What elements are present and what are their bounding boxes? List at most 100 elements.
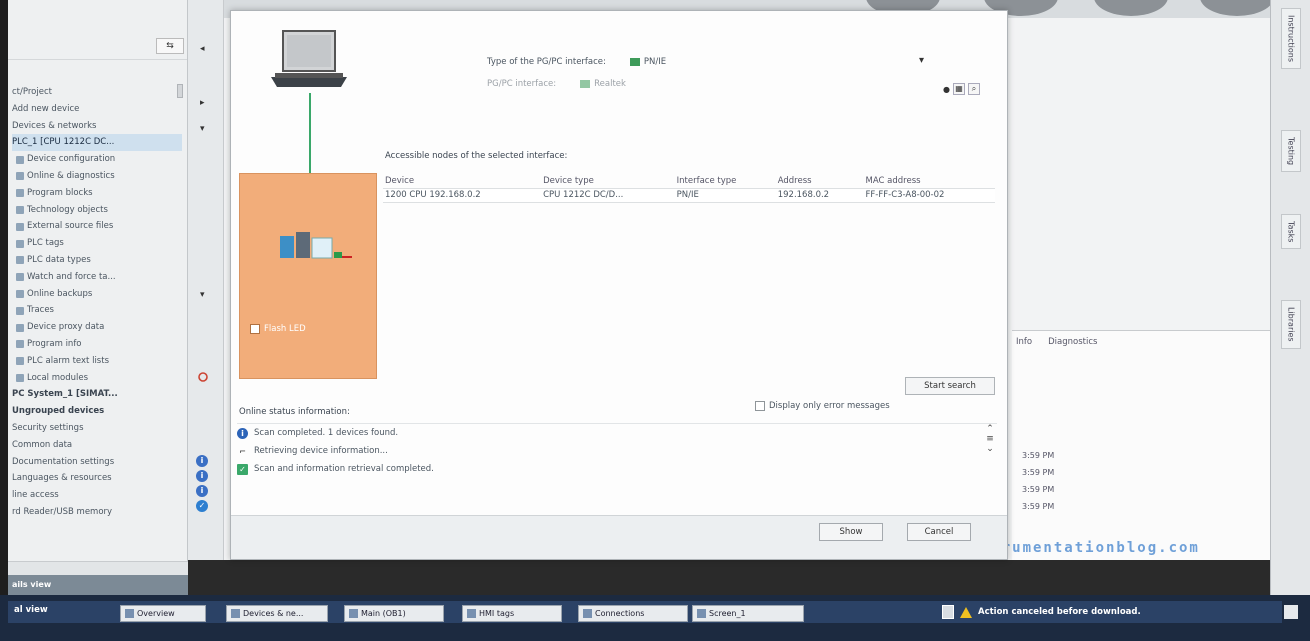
tree-node-icon — [16, 323, 24, 332]
tree-toolbar-button[interactable]: ⇆ — [156, 38, 184, 54]
tree-item[interactable]: PLC data types — [12, 252, 182, 269]
status-message: Action canceled before download. — [978, 607, 1141, 617]
cancel-button[interactable]: Cancel — [907, 523, 971, 541]
taskbar-main-ob1[interactable]: Main (OB1) — [344, 605, 444, 622]
taskbar-hmi-tags[interactable]: HMI tags — [462, 605, 562, 622]
error-only-option[interactable]: Display only error messages — [755, 401, 890, 411]
pgpc-iface-select[interactable]: Realtek — [580, 79, 626, 89]
scroll-thumb[interactable]: ≡ — [983, 434, 997, 444]
tree-item[interactable]: ct/Project — [12, 84, 182, 101]
tree-item[interactable]: Devices & networks — [12, 118, 182, 135]
flash-led-checkbox[interactable] — [250, 324, 260, 334]
column-interface-type[interactable]: Interface type — [675, 174, 776, 188]
info-icon: i — [237, 427, 248, 439]
tree-item-label: Program info — [27, 338, 82, 349]
status-scrollbar[interactable]: ⌃ ≡ ⌄ — [983, 424, 997, 486]
tree-item[interactable]: Program blocks — [12, 185, 182, 202]
chevron-up-icon[interactable]: ⌃ — [983, 424, 997, 434]
column-device-type[interactable]: Device type — [541, 174, 675, 188]
tree-item[interactable]: Traces — [12, 302, 182, 319]
cell-device: 1200 CPU 192.168.0.2 — [383, 187, 542, 203]
nodes-caption: Accessible nodes of the selected interfa… — [385, 151, 568, 161]
tree-item[interactable]: Common data — [12, 437, 182, 454]
message-time: 3:59 PM — [1022, 485, 1055, 494]
nic-icon — [580, 80, 591, 88]
online-status-list: i Scan completed. 1 devices found. ⌐ Ret… — [237, 423, 997, 485]
tree-item[interactable]: Online & diagnostics — [12, 168, 182, 185]
card-tasks[interactable]: Tasks — [1281, 214, 1301, 250]
start-search-button[interactable]: Start search — [905, 377, 995, 395]
tree-item[interactable]: Device proxy data — [12, 319, 182, 336]
tree-scroll-thumb[interactable] — [177, 84, 183, 98]
tree-item[interactable]: Languages & resources — [12, 470, 182, 487]
tree-item[interactable]: Device configuration — [12, 151, 182, 168]
online-status-label: Online status information: — [239, 407, 350, 417]
tree-item[interactable]: External source files — [12, 218, 182, 235]
card-libraries[interactable]: Libraries — [1281, 300, 1301, 349]
taskbar-overview[interactable]: Overview — [120, 605, 206, 622]
laptop-icon — [271, 30, 347, 87]
tree-item-label: PLC_1 [CPU 1212C DC... — [12, 137, 115, 148]
tree-item[interactable]: Local modules — [12, 370, 182, 387]
tree-item[interactable]: Add new device — [12, 101, 182, 118]
tree-item[interactable]: PLC alarm text lists — [12, 353, 182, 370]
tree-item[interactable]: Ungrouped devices — [12, 403, 182, 420]
tree-item[interactable]: PLC tags — [12, 235, 182, 252]
tree-item[interactable]: rd Reader/USB memory — [12, 504, 182, 521]
cell-interface-type: PN/IE — [674, 187, 776, 203]
pgpc-type-label: Type of the PG/PC interface: — [487, 57, 606, 67]
interface-tools: ● ▦ ⌕ — [943, 83, 980, 95]
column-mac-address[interactable]: MAC address — [864, 174, 995, 188]
network-cable — [309, 93, 311, 179]
tree-item[interactable]: Security settings — [12, 420, 182, 437]
tab-info[interactable]: Info — [1012, 337, 1036, 353]
error-only-checkbox[interactable] — [755, 401, 765, 411]
tree-node-icon — [16, 222, 24, 231]
pgpc-type-select[interactable]: PN/IE — [629, 57, 666, 67]
column-device[interactable]: Device — [383, 174, 541, 188]
tree-item[interactable]: line access — [12, 487, 182, 504]
tree-item[interactable]: Technology objects — [12, 202, 182, 219]
pgpc-iface-label: PG/PC interface: — [487, 79, 557, 89]
tree-horizontal-scrollbar[interactable] — [8, 561, 188, 575]
check-icon: ✓ — [237, 463, 248, 475]
tree-scrollbar[interactable] — [177, 84, 185, 564]
tree-item[interactable]: Program info — [12, 336, 182, 353]
tree-item-label: rd Reader/USB memory — [12, 506, 113, 517]
inspector-window: Info Diagnostics 3:59 PM 3:59 PM 3:59 PM… — [1012, 330, 1270, 560]
info-icon: i — [196, 470, 208, 482]
properties-icon[interactable]: ▦ — [952, 83, 965, 95]
tree-item[interactable]: PLC_1 [CPU 1212C DC... — [12, 134, 182, 152]
table-row[interactable]: 1200 CPU 192.168.0.2 CPU 1212C DC/D... P… — [383, 187, 995, 203]
tab-diagnostics[interactable]: Diagnostics — [1044, 337, 1101, 353]
block-icon — [349, 609, 358, 618]
tree-item[interactable]: Watch and force ta... — [12, 269, 182, 286]
arrow-down-icon[interactable]: ▾ — [200, 124, 205, 134]
arrow-down-icon[interactable]: ▾ — [200, 290, 205, 300]
card-testing[interactable]: Testing — [1281, 130, 1301, 173]
taskbar-end-button[interactable] — [1284, 605, 1298, 619]
arrow-left-icon[interactable]: ◂ — [200, 44, 205, 54]
chevron-down-icon[interactable]: ⌄ — [983, 444, 997, 454]
arrow-right-icon[interactable]: ▸ — [200, 98, 205, 108]
card-instructions[interactable]: Instructions — [1281, 8, 1301, 69]
flash-led-option[interactable]: Flash LED — [250, 324, 306, 334]
taskbar-devices[interactable]: Devices & ne... — [226, 605, 328, 622]
document-icon[interactable] — [942, 605, 954, 619]
show-button[interactable]: Show — [819, 523, 883, 541]
tree-item-label: Watch and force ta... — [27, 271, 116, 282]
details-view-header[interactable]: ails view — [8, 575, 188, 595]
tree-node-icon — [16, 340, 24, 349]
list-item: i Scan completed. 1 devices found. — [237, 424, 997, 442]
search-icon[interactable]: ⌕ — [967, 83, 980, 95]
portal-view-link[interactable]: al view — [14, 605, 48, 615]
taskbar-connections[interactable]: Connections — [578, 605, 688, 622]
chevron-down-icon[interactable]: ▾ — [919, 55, 924, 66]
taskbar-screen-1[interactable]: Screen_1 — [692, 605, 804, 622]
tree-item[interactable]: Documentation settings — [12, 454, 182, 471]
tree-item[interactable]: Online backups — [12, 286, 182, 303]
column-address[interactable]: Address — [776, 174, 864, 188]
cell-device-type: CPU 1212C DC/D... — [541, 187, 675, 203]
tree-item[interactable]: PC System_1 [SIMAT... — [12, 386, 182, 403]
stop-icon[interactable] — [198, 372, 208, 382]
